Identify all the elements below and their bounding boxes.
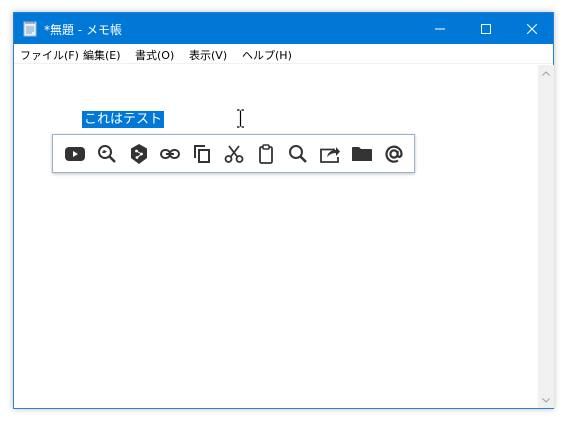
maximize-icon <box>481 23 491 34</box>
folder-button[interactable] <box>351 144 373 164</box>
search-icon <box>289 145 307 163</box>
deepl-translate-icon <box>131 144 147 164</box>
copy-link-button[interactable] <box>159 144 181 164</box>
folder-icon <box>352 147 372 161</box>
search-tweet-icon <box>98 145 116 163</box>
menu-bar: ファイル(F) 編集(E) 書式(O) 表示(V) ヘルプ(H) <box>14 44 553 64</box>
text-editor-area[interactable]: これはテスト <box>14 65 538 408</box>
notepad-window: *無題 - メモ帳 ファイル(F) 編集(E) 書式(O) 表示(V) ヘルプ(… <box>13 12 554 409</box>
cut-icon <box>224 145 244 163</box>
notepad-app-icon <box>23 21 37 37</box>
minimize-button[interactable] <box>417 13 463 44</box>
chevron-up-icon <box>542 70 550 76</box>
share-button[interactable] <box>319 144 341 164</box>
minimize-icon <box>435 28 445 29</box>
scroll-up-button[interactable] <box>538 65 554 81</box>
cut-button[interactable] <box>223 144 245 164</box>
search-button[interactable] <box>287 144 309 164</box>
email-button[interactable] <box>383 144 405 164</box>
maximize-button[interactable] <box>463 13 509 44</box>
popup-action-toolbar <box>52 134 415 173</box>
menu-help[interactable]: ヘルプ(H) <box>242 47 292 63</box>
chevron-down-icon <box>542 397 550 403</box>
youtube-icon <box>65 147 85 161</box>
close-icon <box>527 23 537 34</box>
link-icon <box>160 149 180 159</box>
copy-button[interactable] <box>191 144 213 164</box>
menu-format[interactable]: 書式(O) <box>135 47 174 63</box>
text-cursor-icon <box>237 109 244 128</box>
selected-text[interactable]: これはテスト <box>82 111 165 128</box>
scroll-down-button[interactable] <box>538 392 554 408</box>
paste-icon <box>259 144 273 164</box>
email-icon <box>385 145 403 163</box>
copy-icon <box>194 145 210 163</box>
paste-button[interactable] <box>255 144 277 164</box>
menu-view[interactable]: 表示(V) <box>189 47 227 63</box>
vertical-scrollbar[interactable] <box>538 65 554 408</box>
deepl-translate-button[interactable] <box>128 144 150 164</box>
menu-edit[interactable]: 編集(E) <box>83 47 121 63</box>
youtube-button[interactable] <box>64 144 86 164</box>
window-title: *無題 - メモ帳 <box>44 23 122 37</box>
share-icon <box>320 147 340 163</box>
search-tweet-button[interactable] <box>96 144 118 164</box>
close-button[interactable] <box>509 13 555 44</box>
menu-file[interactable]: ファイル(F) <box>20 47 79 63</box>
title-bar[interactable]: *無題 - メモ帳 <box>14 13 553 44</box>
